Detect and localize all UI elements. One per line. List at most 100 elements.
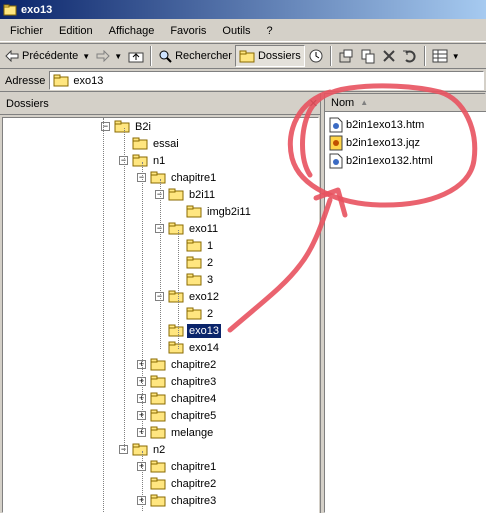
tree-node-label: exo13 (187, 323, 221, 338)
toolbar: Précédente ▼ ▼ Rechercher Dossiers ▼ (0, 43, 486, 69)
copy-to-icon (361, 49, 375, 64)
tree-node-label: chapitre1 (171, 460, 217, 473)
tree-node[interactable]: exo13 (155, 322, 221, 339)
views-dropdown-icon[interactable]: ▼ (452, 52, 460, 61)
tree-node[interactable]: − n1 (119, 152, 167, 169)
folder-icon (168, 188, 184, 201)
delete-icon (383, 50, 395, 62)
menu-help[interactable]: ? (259, 23, 281, 39)
html-file-icon (329, 117, 343, 133)
tree-node[interactable]: 2 (173, 254, 215, 271)
close-icon[interactable]: ✕ (309, 97, 318, 110)
html-file-icon (329, 153, 343, 169)
folders-pane-header: Dossiers ✕ (0, 93, 321, 115)
tree-node[interactable]: − B2i (101, 118, 153, 135)
menu-fichier[interactable]: Fichier (2, 23, 51, 39)
folders-button-label: Dossiers (257, 50, 301, 62)
file-item[interactable]: b2in1exo132.html (329, 152, 433, 170)
tree-guide-line (178, 230, 179, 349)
up-folder-button[interactable] (125, 45, 147, 67)
folders-pane: Dossiers ✕ − B2i essai − n1− chapitre1− b2i11 i… (0, 93, 321, 513)
move-to-icon (339, 49, 353, 63)
toolbar-separator (329, 46, 332, 66)
tree-node-label: b2i11 (189, 188, 216, 201)
tree-node-label: exo14 (189, 341, 219, 354)
history-icon (309, 49, 323, 63)
toolbar-separator (423, 46, 426, 66)
copy-to-button[interactable] (357, 45, 379, 67)
file-item[interactable]: b2in1exo13.jqz (329, 134, 420, 152)
tree-node[interactable]: − b2i11 (155, 186, 217, 203)
tree-node-label: chapitre2 (171, 477, 217, 490)
search-button[interactable]: Rechercher (155, 45, 235, 67)
tree-node-label: exo11 (189, 222, 219, 235)
back-button[interactable]: Précédente ▼ (2, 45, 93, 67)
folders-button[interactable]: Dossiers (234, 45, 305, 67)
folder-icon (53, 74, 69, 87)
undo-icon (402, 50, 416, 63)
tree-node[interactable]: chapitre2 (137, 475, 218, 492)
tree-node[interactable]: + chapitre5 (137, 407, 218, 424)
address-label: Adresse (5, 74, 46, 87)
forward-button[interactable]: ▼ (93, 45, 125, 67)
menu-bar: Fichier Edition Affichage Favoris Outils… (0, 20, 486, 42)
folder-icon (186, 307, 202, 320)
tree-node[interactable]: 3 (173, 271, 215, 288)
tree-node[interactable]: + chapitre3 (137, 492, 218, 509)
tree-node-label: exo12 (189, 290, 219, 303)
tree-guide-line (142, 162, 143, 434)
tree-node-label: chapitre4 (171, 392, 217, 405)
back-dropdown-icon[interactable]: ▼ (82, 52, 90, 61)
tree-guide-line (124, 128, 125, 451)
file-name: b2in1exo13.htm (346, 119, 425, 131)
tree-node-label: 1 (207, 239, 214, 252)
tree-node[interactable]: 2 (173, 305, 215, 322)
folder-icon (150, 392, 166, 405)
folder-icon (186, 273, 202, 286)
tree-node[interactable]: − n2 (119, 441, 167, 458)
tree-node[interactable]: + chapitre2 (137, 356, 218, 373)
delete-button[interactable] (379, 45, 399, 67)
tree-node-label: chapitre3 (171, 375, 217, 388)
folder-icon (150, 477, 166, 490)
tree-node-label: chapitre3 (171, 494, 217, 507)
folder-icon (186, 256, 202, 269)
tree-node[interactable]: + chapitre4 (137, 390, 218, 407)
views-button[interactable]: ▼ (429, 45, 463, 67)
menu-affichage[interactable]: Affichage (101, 23, 163, 39)
address-field[interactable]: exo13 (49, 71, 484, 90)
tree-node-label: 3 (207, 273, 214, 286)
explorer-window-icon (3, 4, 17, 15)
menu-favoris[interactable]: Favoris (162, 23, 214, 39)
file-item[interactable]: b2in1exo13.htm (329, 116, 424, 134)
menu-outils[interactable]: Outils (214, 23, 258, 39)
file-name: b2in1exo132.html (346, 155, 433, 167)
tree-node-label: chapitre5 (171, 409, 217, 422)
back-button-label: Précédente (22, 50, 79, 62)
tree-node[interactable]: − exo11 (155, 220, 220, 237)
tree-node[interactable]: + chapitre1 (137, 458, 218, 475)
menu-edition[interactable]: Edition (51, 23, 101, 39)
tree-guide-line (103, 118, 104, 512)
forward-arrow-icon (96, 50, 110, 62)
history-button[interactable] (305, 45, 327, 67)
tree-node[interactable]: + chapitre3 (137, 373, 218, 390)
name-column-header[interactable]: Nom ▲ (325, 94, 486, 112)
move-to-button[interactable] (335, 45, 357, 67)
tree-node-label: chapitre1 (171, 171, 217, 184)
address-bar: Adresse exo13 (0, 70, 486, 92)
search-icon (159, 50, 172, 63)
folder-icon (114, 120, 130, 133)
forward-dropdown-icon[interactable]: ▼ (114, 52, 122, 61)
tree-node[interactable]: − chapitre1 (137, 169, 218, 186)
folder-icon (168, 290, 184, 303)
tree-node[interactable]: + melange (137, 424, 215, 441)
tree-node[interactable]: − exo12 (155, 288, 221, 305)
sort-ascending-icon: ▲ (360, 98, 369, 107)
tree-node[interactable]: imgb2i11 (173, 203, 253, 220)
tree-node[interactable]: essai (119, 135, 181, 152)
folder-icon (150, 358, 166, 371)
tree-node[interactable]: 1 (173, 237, 215, 254)
undo-button[interactable] (399, 45, 421, 67)
tree-node[interactable]: exo14 (155, 339, 221, 356)
